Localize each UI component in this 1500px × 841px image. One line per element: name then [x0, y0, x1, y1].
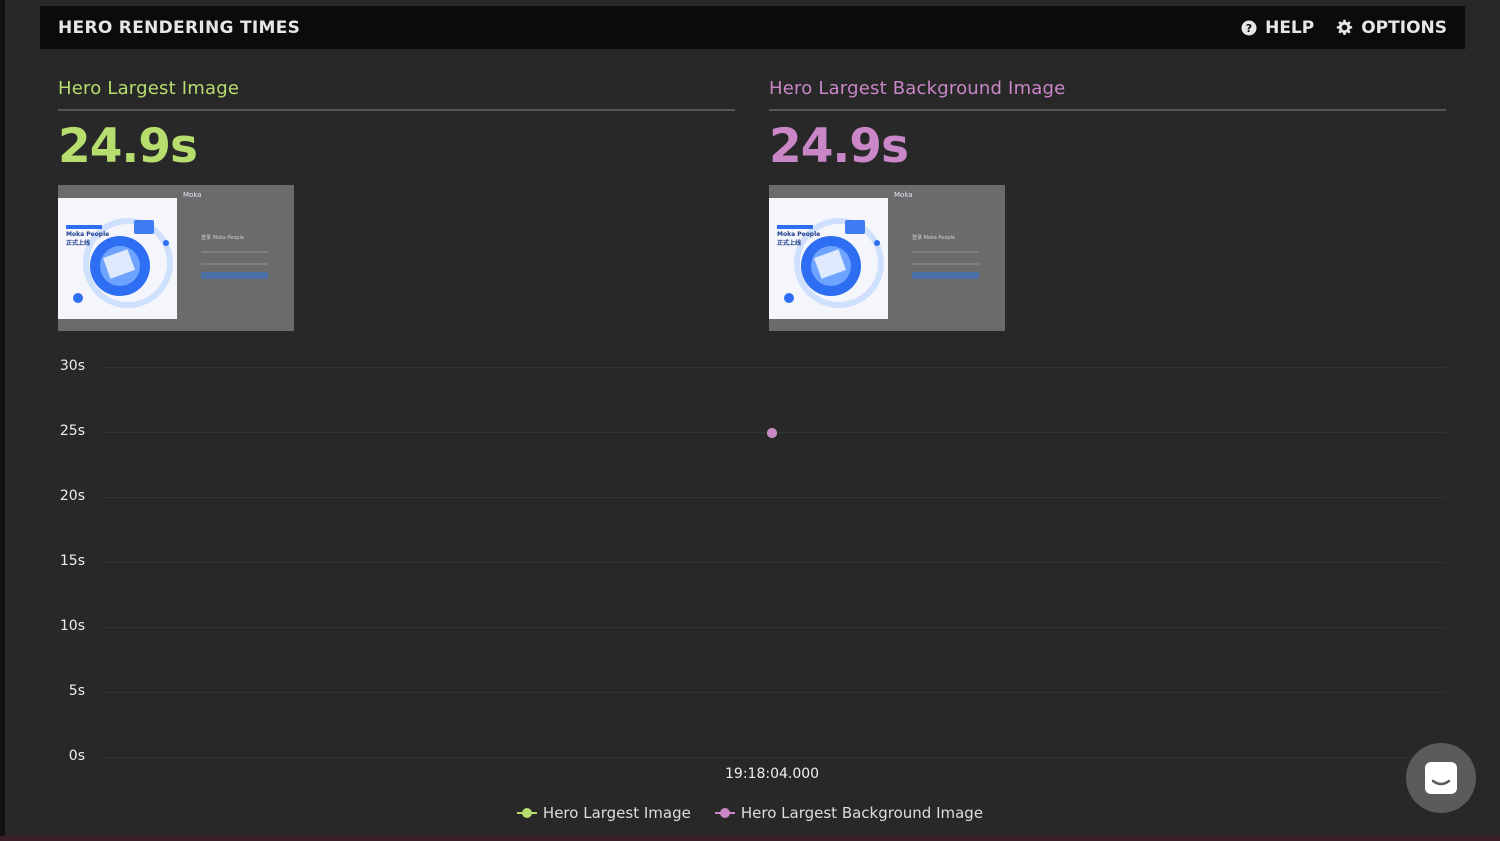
- legend-symbol: [714, 808, 735, 818]
- y-axis-tick-label: 25s: [59, 423, 85, 439]
- thumb-field: [201, 251, 268, 253]
- metric-value: 24.9s: [58, 119, 198, 174]
- chart-legend: Hero Largest Image Hero Largest Backgrou…: [0, 804, 1500, 822]
- options-button[interactable]: OPTIONS: [1336, 18, 1447, 38]
- legend-symbol: [516, 808, 537, 818]
- question-circle-icon: ?: [1241, 20, 1257, 35]
- thumb-brand: Moka: [894, 191, 913, 199]
- legend-item-hero-largest-background-image[interactable]: Hero Largest Background Image: [714, 804, 984, 822]
- y-axis-tick-label: 5s: [68, 683, 85, 699]
- thumb-field: [201, 263, 268, 265]
- help-button[interactable]: ? HELP: [1241, 18, 1314, 38]
- rendering-times-chart: 30s 25s 20s 15s 10s 5s 0s 19:18:04.000: [40, 350, 1460, 790]
- options-label: OPTIONS: [1361, 17, 1447, 38]
- panel-header: HERO RENDERING TIMES ? HELP OPTIONS: [40, 6, 1465, 49]
- filmstrip-thumbnail[interactable]: Moka People 正式上线 Moka 登录 Moka People: [769, 185, 1005, 331]
- gridline: [102, 757, 1446, 758]
- y-axis-tick-label: 10s: [59, 618, 85, 634]
- legend-label: Hero Largest Image: [542, 804, 691, 822]
- background-strip: [0, 836, 1500, 841]
- svg-text:?: ?: [1246, 22, 1252, 35]
- thumb-field: [912, 251, 979, 253]
- thumb-field: [912, 263, 979, 265]
- gridline: [102, 497, 1446, 498]
- thumb-subline: 正式上线: [66, 240, 91, 247]
- x-axis-tick-label: 19:18:04.000: [725, 766, 820, 782]
- gear-icon: [1337, 19, 1353, 36]
- metric-label: Hero Largest Image: [58, 78, 735, 111]
- thumb-login-title: 登录 Moka People: [912, 235, 956, 241]
- metric-hero-largest-image: Hero Largest Image 24.9s: [58, 78, 735, 174]
- chat-bubble-icon: [1425, 762, 1457, 794]
- header-actions: ? HELP OPTIONS: [1219, 18, 1447, 38]
- thumb-login-title: 登录 Moka People: [201, 235, 245, 241]
- thumb-brand: Moka: [183, 191, 202, 199]
- hero-image-preview: Moka People 正式上线: [769, 198, 888, 319]
- metric-label: Hero Largest Background Image: [769, 78, 1446, 111]
- thumb-headline: Moka People: [66, 231, 110, 238]
- filmstrip-thumbnail[interactable]: Moka People 正式上线 Moka 登录 Moka People: [58, 185, 294, 331]
- y-axis-tick-label: 30s: [59, 358, 85, 374]
- metric-value: 24.9s: [769, 119, 909, 174]
- legend-label: Hero Largest Background Image: [740, 804, 984, 822]
- thumb-login-button: [912, 272, 979, 279]
- thumb-subline: 正式上线: [777, 240, 802, 247]
- hero-image-preview: Moka People 正式上线: [58, 198, 177, 319]
- metric-hero-largest-background-image: Hero Largest Background Image 24.9s: [769, 78, 1446, 174]
- gridline: [102, 562, 1446, 563]
- chat-launcher-button[interactable]: [1406, 743, 1476, 813]
- y-axis-tick-label: 15s: [59, 553, 85, 569]
- gridline: [102, 627, 1446, 628]
- panel-title: HERO RENDERING TIMES: [58, 17, 301, 38]
- data-point-hero-largest-background-image[interactable]: [767, 428, 777, 439]
- thumb-login-button: [201, 272, 268, 279]
- gridline: [102, 692, 1446, 693]
- gridline: [102, 367, 1446, 368]
- help-label: HELP: [1265, 17, 1315, 38]
- thumb-headline: Moka People: [777, 231, 821, 238]
- legend-item-hero-largest-image[interactable]: Hero Largest Image: [516, 804, 691, 822]
- y-axis-tick-label: 0s: [68, 748, 85, 764]
- y-axis-tick-label: 20s: [59, 488, 85, 504]
